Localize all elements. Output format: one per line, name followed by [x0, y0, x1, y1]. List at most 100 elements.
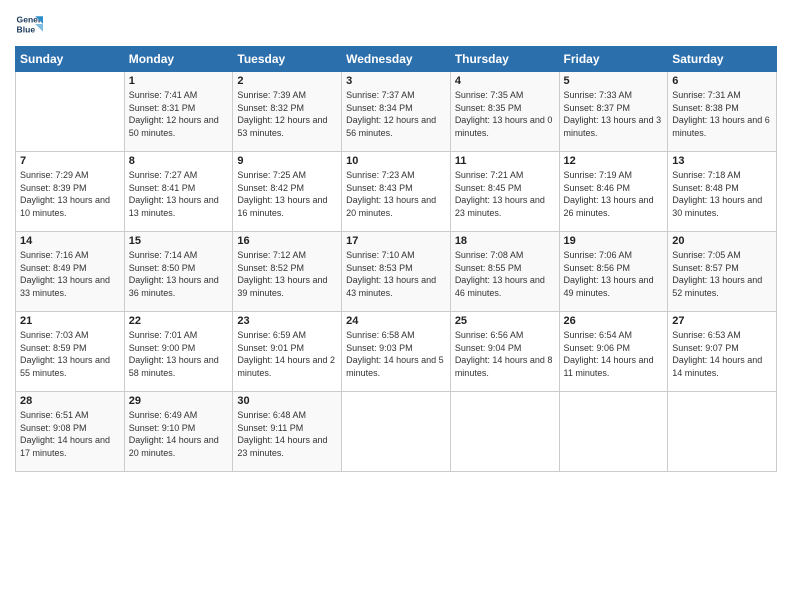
calendar-cell [342, 392, 451, 472]
calendar-cell: 10 Sunrise: 7:23 AMSunset: 8:43 PMDayligh… [342, 152, 451, 232]
calendar-cell: 22 Sunrise: 7:01 AMSunset: 9:00 PMDayligh… [124, 312, 233, 392]
calendar-cell: 12 Sunrise: 7:19 AMSunset: 8:46 PMDayligh… [559, 152, 668, 232]
calendar-cell: 27Sunrise: 6:53 AMSunset: 9:07 PMDayligh… [668, 312, 777, 392]
day-number: 20 [672, 235, 772, 247]
day-info: Sunrise: 7:10 AMSunset: 8:53 PMDaylight:… [346, 249, 446, 299]
calendar-cell: 20 Sunrise: 7:05 AMSunset: 8:57 PMDayligh… [668, 232, 777, 312]
calendar-cell: 8Sunrise: 7:27 AMSunset: 8:41 PMDaylight… [124, 152, 233, 232]
day-number: 9 [237, 155, 337, 167]
week-row-1: 7Sunrise: 7:29 AMSunset: 8:39 PMDaylight… [16, 152, 777, 232]
day-number: 12 [564, 155, 664, 167]
header-day-tuesday: Tuesday [233, 47, 342, 72]
calendar-body: 1 Sunrise: 7:41 AMSunset: 8:31 PMDaylight… [16, 72, 777, 472]
calendar-cell: 14Sunrise: 7:16 AMSunset: 8:49 PMDayligh… [16, 232, 125, 312]
day-info: Sunrise: 7:18 AMSunset: 8:48 PMDaylight:… [672, 169, 772, 219]
day-info: Sunrise: 6:58 AMSunset: 9:03 PMDaylight:… [346, 329, 446, 379]
day-info: Sunrise: 7:39 AMSunset: 8:32 PMDaylight:… [237, 89, 337, 139]
calendar-cell: 11 Sunrise: 7:21 AMSunset: 8:45 PMDayligh… [450, 152, 559, 232]
day-info: Sunrise: 7:41 AMSunset: 8:31 PMDaylight:… [129, 89, 229, 139]
day-info: Sunrise: 7:01 AMSunset: 9:00 PMDaylight:… [129, 329, 229, 379]
day-info: Sunrise: 6:54 AMSunset: 9:06 PMDaylight:… [564, 329, 664, 379]
logo-icon: General Blue [15, 10, 43, 38]
calendar-cell: 23 Sunrise: 6:59 AMSunset: 9:01 PMDayligh… [233, 312, 342, 392]
day-info: Sunrise: 6:49 AMSunset: 9:10 PMDaylight:… [129, 409, 229, 459]
header-row: SundayMondayTuesdayWednesdayThursdayFrid… [16, 47, 777, 72]
day-number: 5 [564, 75, 664, 87]
day-info: Sunrise: 7:25 AMSunset: 8:42 PMDaylight:… [237, 169, 337, 219]
day-number: 18 [455, 235, 555, 247]
day-number: 1 [129, 75, 229, 87]
logo: General Blue [15, 10, 45, 38]
day-info: Sunrise: 7:08 AMSunset: 8:55 PMDaylight:… [455, 249, 555, 299]
header-day-saturday: Saturday [668, 47, 777, 72]
day-number: 26 [564, 315, 664, 327]
day-number: 22 [129, 315, 229, 327]
day-number: 19 [564, 235, 664, 247]
day-info: Sunrise: 7:16 AMSunset: 8:49 PMDaylight:… [20, 249, 120, 299]
calendar-cell [668, 392, 777, 472]
day-info: Sunrise: 6:53 AMSunset: 9:07 PMDaylight:… [672, 329, 772, 379]
calendar-cell: 5 Sunrise: 7:33 AMSunset: 8:37 PMDaylight… [559, 72, 668, 152]
day-info: Sunrise: 7:12 AMSunset: 8:52 PMDaylight:… [237, 249, 337, 299]
calendar-cell: 17 Sunrise: 7:10 AMSunset: 8:53 PMDayligh… [342, 232, 451, 312]
day-info: Sunrise: 7:05 AMSunset: 8:57 PMDaylight:… [672, 249, 772, 299]
week-row-2: 14Sunrise: 7:16 AMSunset: 8:49 PMDayligh… [16, 232, 777, 312]
calendar-cell: 2 Sunrise: 7:39 AMSunset: 8:32 PMDaylight… [233, 72, 342, 152]
day-number: 2 [237, 75, 337, 87]
day-number: 17 [346, 235, 446, 247]
day-info: Sunrise: 7:06 AMSunset: 8:56 PMDaylight:… [564, 249, 664, 299]
calendar-header: SundayMondayTuesdayWednesdayThursdayFrid… [16, 47, 777, 72]
day-number: 23 [237, 315, 337, 327]
day-info: Sunrise: 7:37 AMSunset: 8:34 PMDaylight:… [346, 89, 446, 139]
day-info: Sunrise: 7:33 AMSunset: 8:37 PMDaylight:… [564, 89, 664, 139]
header-day-thursday: Thursday [450, 47, 559, 72]
calendar-cell: 29Sunrise: 6:49 AMSunset: 9:10 PMDayligh… [124, 392, 233, 472]
calendar-cell: 16 Sunrise: 7:12 AMSunset: 8:52 PMDayligh… [233, 232, 342, 312]
calendar-cell [559, 392, 668, 472]
day-number: 24 [346, 315, 446, 327]
day-info: Sunrise: 7:29 AMSunset: 8:39 PMDaylight:… [20, 169, 120, 219]
day-info: Sunrise: 7:35 AMSunset: 8:35 PMDaylight:… [455, 89, 555, 139]
page: General Blue SundayMondayTuesdayWednesda… [0, 0, 792, 482]
calendar-cell: 18 Sunrise: 7:08 AMSunset: 8:55 PMDayligh… [450, 232, 559, 312]
calendar-table: SundayMondayTuesdayWednesdayThursdayFrid… [15, 46, 777, 472]
calendar-cell: 6Sunrise: 7:31 AMSunset: 8:38 PMDaylight… [668, 72, 777, 152]
day-info: Sunrise: 6:59 AMSunset: 9:01 PMDaylight:… [237, 329, 337, 379]
day-number: 21 [20, 315, 120, 327]
calendar-cell: 30Sunrise: 6:48 AMSunset: 9:11 PMDayligh… [233, 392, 342, 472]
day-info: Sunrise: 6:56 AMSunset: 9:04 PMDaylight:… [455, 329, 555, 379]
day-info: Sunrise: 7:21 AMSunset: 8:45 PMDaylight:… [455, 169, 555, 219]
day-number: 28 [20, 395, 120, 407]
day-number: 4 [455, 75, 555, 87]
week-row-0: 1 Sunrise: 7:41 AMSunset: 8:31 PMDaylight… [16, 72, 777, 152]
day-info: Sunrise: 6:48 AMSunset: 9:11 PMDaylight:… [237, 409, 337, 459]
day-number: 6 [672, 75, 772, 87]
calendar-cell: 13 Sunrise: 7:18 AMSunset: 8:48 PMDayligh… [668, 152, 777, 232]
day-info: Sunrise: 7:27 AMSunset: 8:41 PMDaylight:… [129, 169, 229, 219]
calendar-cell: 28 Sunrise: 6:51 AMSunset: 9:08 PMDayligh… [16, 392, 125, 472]
week-row-3: 21 Sunrise: 7:03 AMSunset: 8:59 PMDayligh… [16, 312, 777, 392]
header-day-wednesday: Wednesday [342, 47, 451, 72]
day-number: 16 [237, 235, 337, 247]
day-info: Sunrise: 6:51 AMSunset: 9:08 PMDaylight:… [20, 409, 120, 459]
day-info: Sunrise: 7:23 AMSunset: 8:43 PMDaylight:… [346, 169, 446, 219]
day-number: 11 [455, 155, 555, 167]
day-number: 10 [346, 155, 446, 167]
calendar-cell: 15Sunrise: 7:14 AMSunset: 8:50 PMDayligh… [124, 232, 233, 312]
calendar-cell: 1 Sunrise: 7:41 AMSunset: 8:31 PMDaylight… [124, 72, 233, 152]
day-number: 13 [672, 155, 772, 167]
calendar-cell: 3 Sunrise: 7:37 AMSunset: 8:34 PMDaylight… [342, 72, 451, 152]
header: General Blue [15, 10, 777, 38]
calendar-cell: 26 Sunrise: 6:54 AMSunset: 9:06 PMDayligh… [559, 312, 668, 392]
day-number: 3 [346, 75, 446, 87]
calendar-cell [16, 72, 125, 152]
calendar-cell: 4 Sunrise: 7:35 AMSunset: 8:35 PMDaylight… [450, 72, 559, 152]
day-info: Sunrise: 7:14 AMSunset: 8:50 PMDaylight:… [129, 249, 229, 299]
day-info: Sunrise: 7:19 AMSunset: 8:46 PMDaylight:… [564, 169, 664, 219]
day-number: 25 [455, 315, 555, 327]
day-info: Sunrise: 7:03 AMSunset: 8:59 PMDaylight:… [20, 329, 120, 379]
calendar-cell: 25 Sunrise: 6:56 AMSunset: 9:04 PMDayligh… [450, 312, 559, 392]
calendar-cell: 9 Sunrise: 7:25 AMSunset: 8:42 PMDaylight… [233, 152, 342, 232]
svg-text:Blue: Blue [17, 25, 36, 35]
header-day-sunday: Sunday [16, 47, 125, 72]
